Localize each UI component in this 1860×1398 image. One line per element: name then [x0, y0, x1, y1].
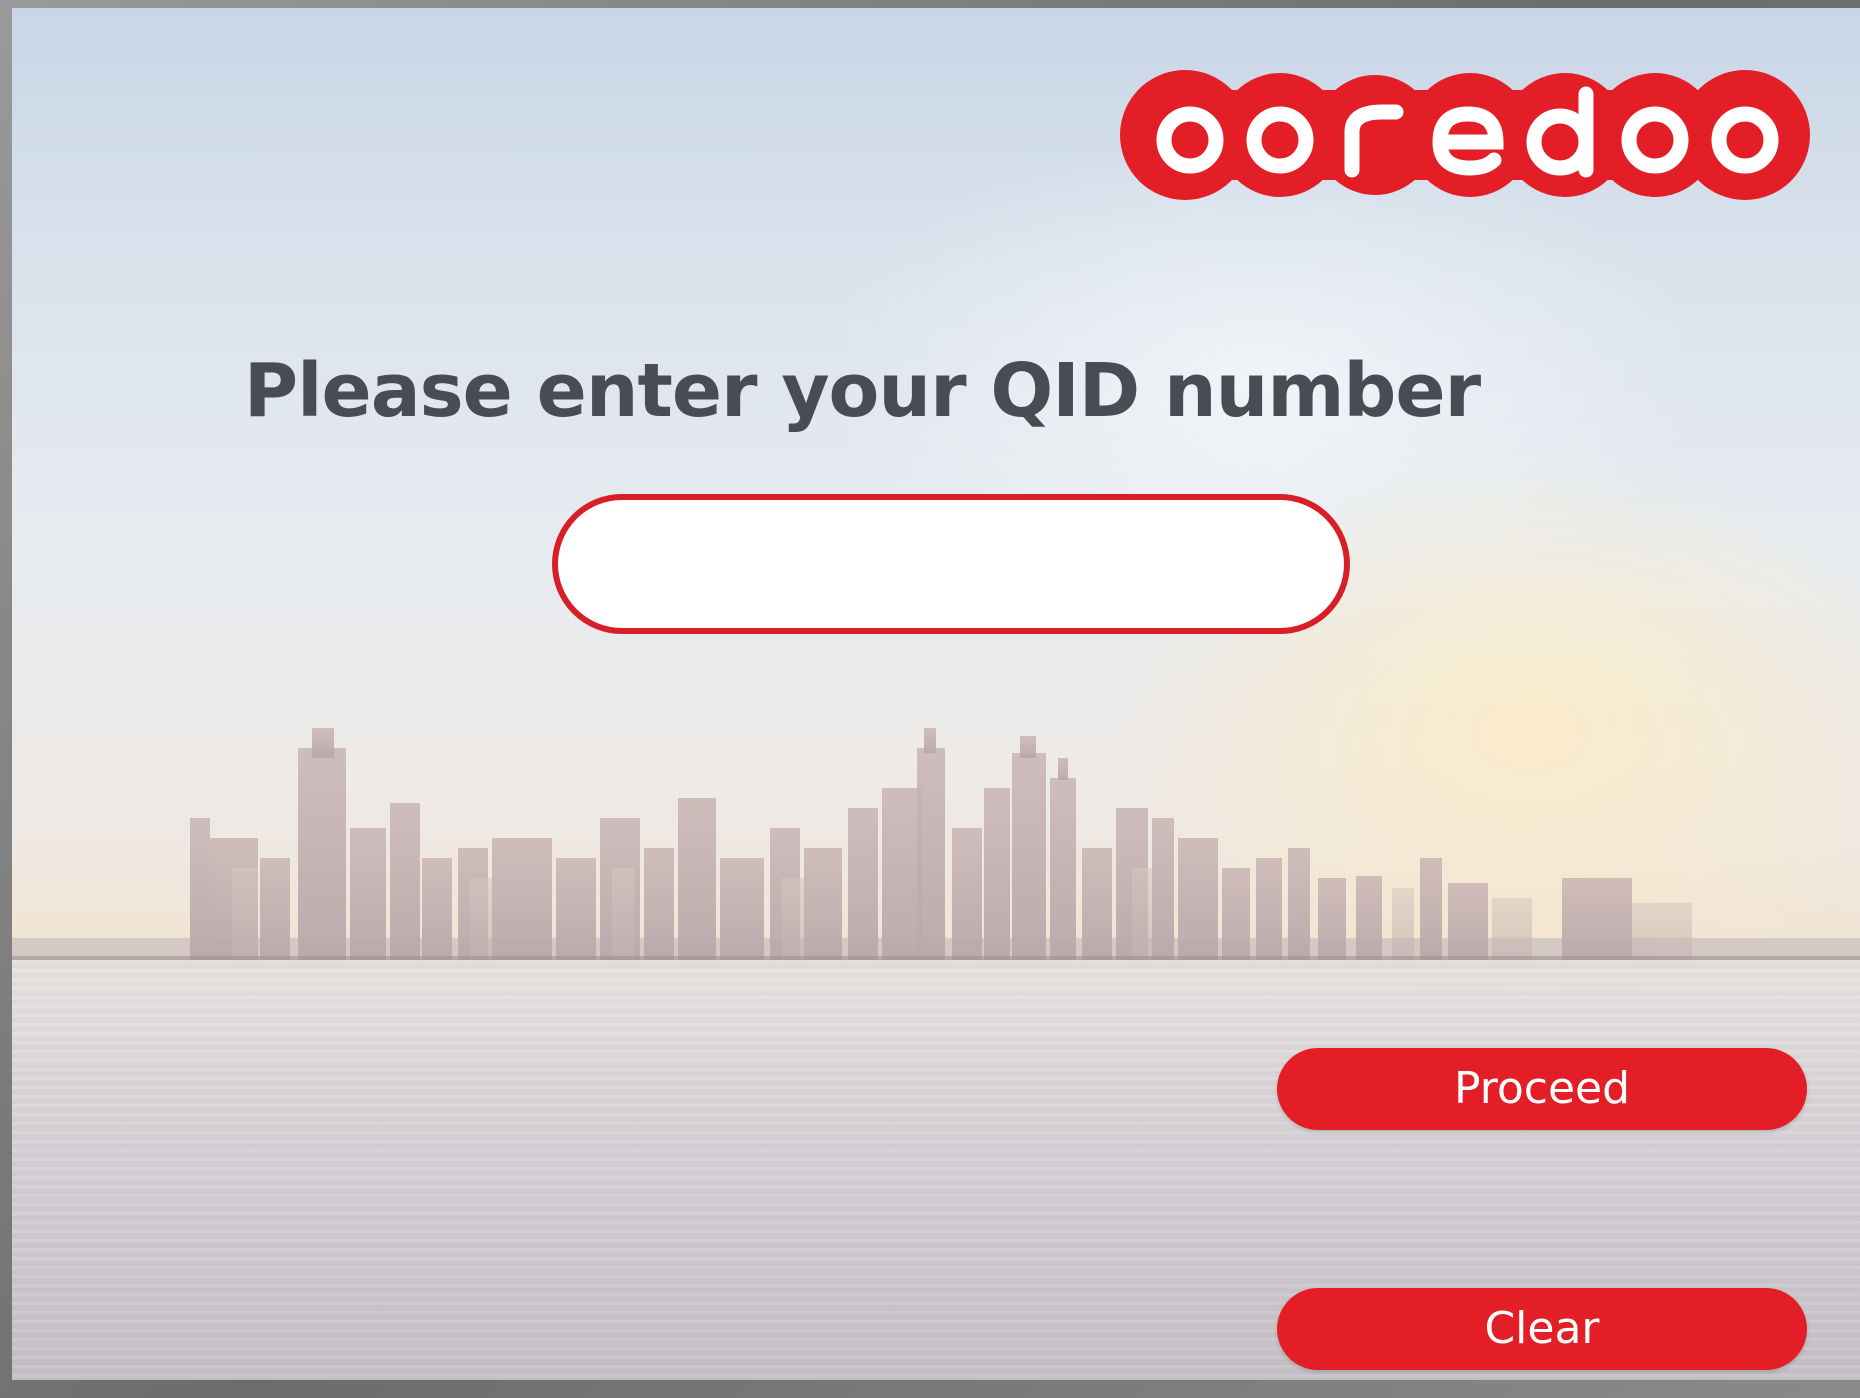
kiosk-frame: Please enter your QID number Proceed Cle…	[0, 0, 1860, 1398]
page-title: Please enter your QID number	[243, 348, 1481, 434]
ooredoo-logo-graphic	[1120, 70, 1810, 200]
proceed-button[interactable]: Proceed	[1277, 1048, 1807, 1130]
ooredoo-logo	[1120, 70, 1810, 200]
qid-number-input[interactable]	[552, 494, 1350, 634]
kiosk-screen: Please enter your QID number Proceed Cle…	[12, 8, 1860, 1380]
city-skyline-image	[12, 728, 1860, 968]
clear-button[interactable]: Clear	[1277, 1288, 1807, 1370]
